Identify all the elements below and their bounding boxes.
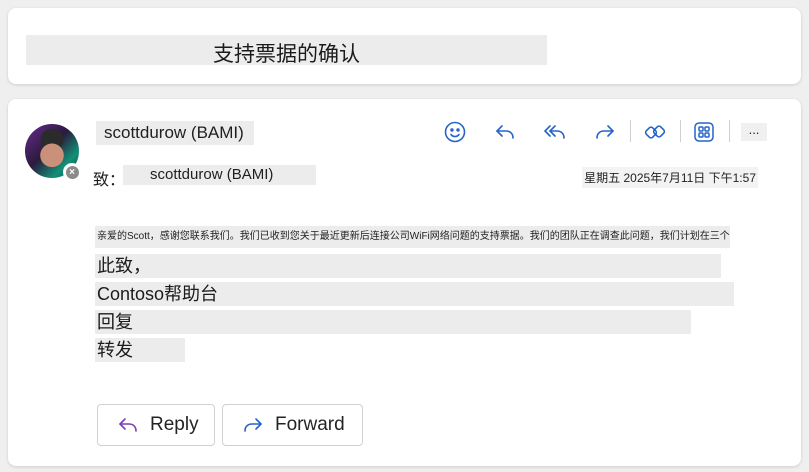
recipient-name[interactable]: scottdurow (BAMI) [123,165,316,185]
reply-icon [119,418,137,432]
forward-icon [244,418,262,432]
signature-closing: 此致， [95,254,721,278]
reply-all-icon [544,125,565,139]
subject-card: 支持票据的确认 [8,8,801,84]
apps-icon [694,122,714,142]
to-label: 致： [93,172,126,189]
message-card: × scottdurow (BAMI) 致： scottdurow (BAMI)… [8,99,801,466]
reply-button-label: Reply [150,414,199,435]
subject-bar: 支持票据的确认 [26,35,547,66]
emoji-icon [444,121,466,143]
more-actions-button[interactable]: ... [741,123,767,141]
signature-team: Contoso帮助台 [95,282,734,306]
reply-toolbar-button[interactable] [490,119,520,145]
presence-status-icon: × [63,163,81,181]
reply-all-toolbar-button[interactable] [540,119,570,145]
forward-button-label: Forward [275,414,345,435]
forward-icon [596,125,614,139]
email-subject: 支持票据的确认 [213,43,360,66]
reply-icon [496,125,514,139]
loop-icon [644,125,666,139]
forward-button[interactable]: Forward [222,404,363,446]
apps-button[interactable] [689,119,719,145]
timestamp: 星期五 2025年7月11日 下午1:57 [582,167,758,188]
toolbar-divider [680,120,681,142]
toolbar-divider [630,120,631,142]
toolbar-divider [729,120,730,142]
forward-toolbar-button[interactable] [590,119,620,145]
reply-button[interactable]: Reply [97,404,215,446]
sender-name[interactable]: scottdurow (BAMI) [96,121,254,145]
signature-reply-text: 回复 [95,310,691,334]
email-body-text: 亲爱的Scott，感谢您联系我们。我们已收到您关于最近更新后连接公司WiFi网络… [95,226,730,248]
emoji-reaction-button[interactable] [440,119,470,145]
loop-button[interactable] [640,119,670,145]
signature-forward-text: 转发 [95,338,185,362]
